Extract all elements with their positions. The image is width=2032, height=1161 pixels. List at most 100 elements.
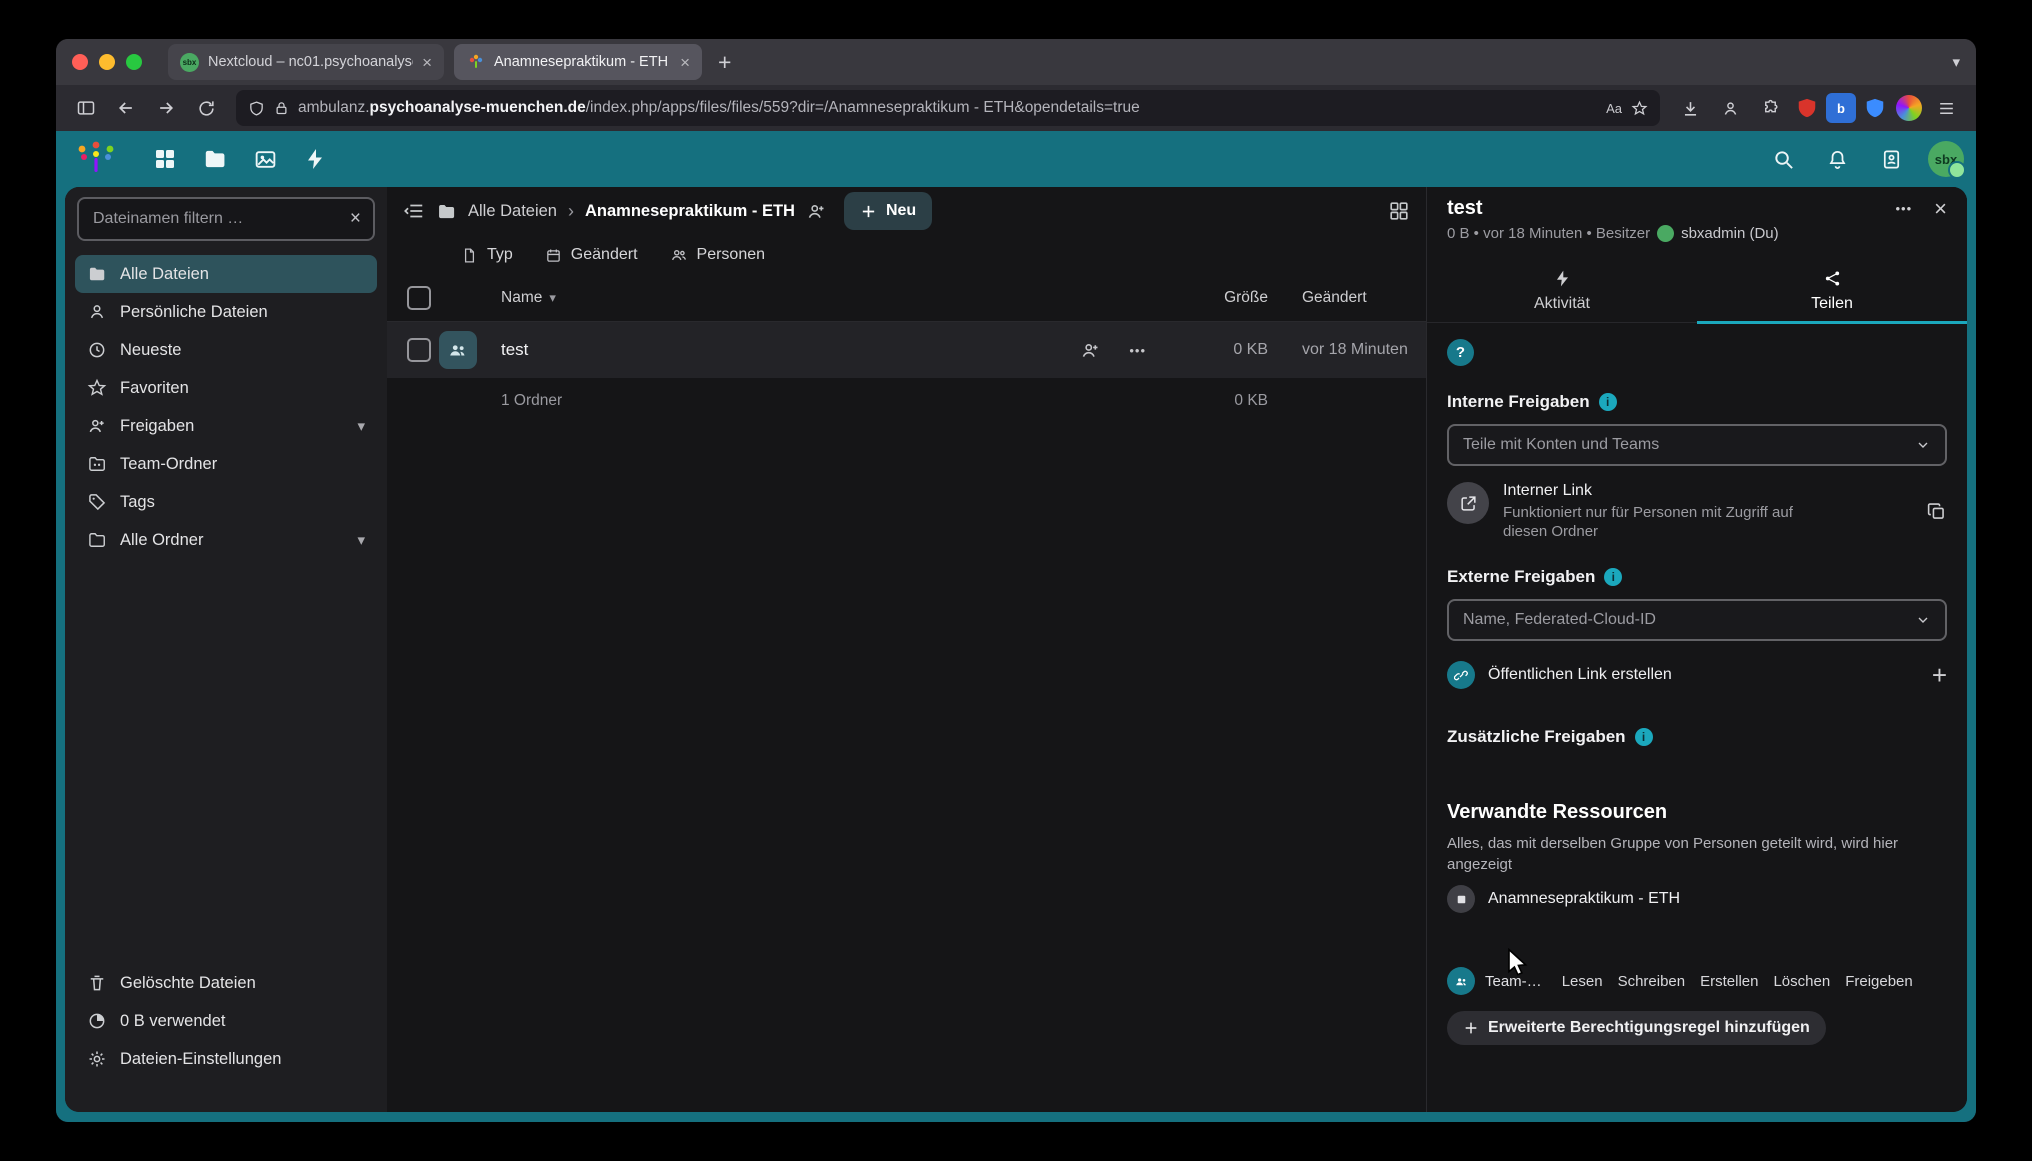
file-row-test[interactable]: test ••• 0 KB vor 18 Minuten [387,322,1426,378]
browser-window: sbx Nextcloud – nc01.psychoanalyse × Ana… [56,39,1976,1122]
tracking-shield-icon[interactable] [248,100,265,117]
internal-link-desc: Funktioniert nur für Personen mit Zugrif… [1503,503,1833,541]
site-favicon [466,53,485,72]
tab-sharing[interactable]: Teilen [1697,260,1967,322]
column-size[interactable]: Größe [1156,289,1268,307]
tab-activity[interactable]: Aktivität [1427,260,1697,322]
chevron-down-icon [1915,437,1931,453]
sidebar-item-quota[interactable]: 0 B verwendet [75,1002,377,1040]
row-more-icon[interactable]: ••• [1129,343,1146,358]
menu-hamburger-icon[interactable] [1928,91,1964,125]
contacts-icon[interactable] [1868,136,1914,182]
reload-button[interactable] [188,91,224,125]
add-advanced-permission-button[interactable]: Erweiterte Berechtigungsregel hinzufügen [1447,1011,1826,1045]
add-public-link-icon[interactable]: + [1932,662,1947,688]
new-tab-button[interactable]: + [718,49,731,76]
filter-people-chip[interactable]: Personen [670,246,766,264]
row-checkbox[interactable] [407,338,431,362]
browser-tab-nextcloud[interactable]: sbx Nextcloud – nc01.psychoanalyse × [168,44,444,80]
user-avatar[interactable]: sbx [1928,141,1964,177]
info-icon[interactable]: i [1599,393,1617,411]
grid-view-toggle-icon[interactable] [1388,200,1410,222]
filter-modified-chip[interactable]: Geändert [545,246,638,264]
organization-logo[interactable] [68,136,124,182]
downloads-icon[interactable] [1672,91,1708,125]
external-share-input[interactable]: Name, Federated-Cloud-ID [1447,599,1947,641]
file-name[interactable]: test [501,340,528,360]
back-button[interactable] [108,91,144,125]
tab-list-chevron-icon[interactable]: ▾ [1952,53,1960,71]
browser-nav-bar: ambulanz.psychoanalyse-muenchen.de/index… [56,85,1976,131]
copy-icon[interactable] [1926,501,1947,522]
info-icon[interactable]: i [1604,568,1622,586]
external-share-placeholder: Name, Federated-Cloud-ID [1463,611,1656,629]
ublock-extension-icon[interactable] [1792,93,1822,123]
browser-tab-anamnesepraktikum[interactable]: Anamnesepraktikum - ETH – All × [454,44,702,80]
lock-icon[interactable] [274,101,289,116]
breadcrumb-current[interactable]: Anamnesepraktikum - ETH [585,202,795,221]
internal-share-select[interactable]: Teile mit Konten und Teams [1447,424,1947,466]
tab-close-icon[interactable]: × [422,54,432,71]
internal-shares-heading-row: Interne Freigaben i [1447,392,1947,412]
clear-filter-icon[interactable]: × [350,208,361,230]
row-share-icon[interactable] [1080,340,1101,361]
gear-icon [87,1049,107,1069]
sidebar-item-recent[interactable]: Neueste [75,331,377,369]
column-modified[interactable]: Geändert [1268,289,1414,307]
details-close-icon[interactable]: × [1934,198,1947,220]
details-more-icon[interactable]: ••• [1895,201,1912,216]
filter-label: Personen [697,246,766,264]
new-button[interactable]: Neu [844,192,932,230]
sidebar-item-deleted-files[interactable]: Gelöschte Dateien [75,964,377,1002]
filter-chips: Typ Geändert Personen [387,235,1426,275]
activity-app-icon[interactable] [292,136,338,182]
column-name[interactable]: Name [501,289,542,307]
related-resource-item[interactable]: Anamnesepraktikum - ETH [1447,885,1947,913]
extensions-puzzle-icon[interactable] [1752,91,1788,125]
sidebar-item-personal-files[interactable]: Persönliche Dateien [75,293,377,331]
breadcrumb-root[interactable]: Alle Dateien [468,202,557,221]
photos-app-icon[interactable] [242,136,288,182]
dashboard-app-icon[interactable] [142,136,188,182]
forward-button[interactable] [148,91,184,125]
chevron-down-icon[interactable]: ▾ [357,417,365,435]
files-sidebar: × Alle Dateien Persönliche Dateien Neues… [65,187,387,1112]
shield-extension-icon[interactable] [1860,93,1890,123]
collapse-sidebar-icon[interactable] [403,200,425,222]
translate-icon[interactable]: Aa [1606,101,1622,116]
sidebar-item-team-folders[interactable]: Team-Ordner [75,445,377,483]
help-icon[interactable]: ? [1447,339,1474,366]
url-bar[interactable]: ambulanz.psychoanalyse-muenchen.de/index… [236,90,1660,126]
files-app-icon[interactable] [192,136,238,182]
select-all-checkbox[interactable] [407,286,431,310]
notifications-bell-icon[interactable] [1814,136,1860,182]
internal-share-placeholder: Teile mit Konten und Teams [1463,436,1659,454]
chevron-down-icon[interactable]: ▾ [357,531,365,549]
team-group-icon[interactable] [1447,967,1475,995]
sidebar-item-all-folders[interactable]: Alle Ordner ▾ [75,521,377,559]
info-icon[interactable]: i [1635,728,1653,746]
search-icon[interactable] [1760,136,1806,182]
window-zoom-button[interactable] [126,54,142,70]
sidebar-item-favorites[interactable]: Favoriten [75,369,377,407]
file-table-header: Name ▾ Größe Geändert [387,275,1426,322]
filename-filter-input[interactable] [91,209,342,229]
sort-desc-icon[interactable]: ▾ [549,290,556,306]
colorful-extension-icon[interactable] [1896,95,1922,121]
sidebar-item-tags[interactable]: Tags [75,483,377,521]
related-resources-heading: Verwandte Ressourcen [1447,801,1947,824]
share-folder-icon[interactable] [806,201,827,222]
bookmark-star-icon[interactable] [1631,100,1648,117]
filename-filter-box[interactable]: × [77,197,375,241]
sidebar-item-files-settings[interactable]: Dateien-Einstellungen [75,1040,377,1078]
filter-type-chip[interactable]: Typ [461,246,513,264]
window-close-button[interactable] [72,54,88,70]
sidebar-item-shares[interactable]: Freigaben ▾ [75,407,377,445]
bitwarden-extension-icon[interactable]: b [1826,93,1856,123]
sidebar-item-all-files[interactable]: Alle Dateien [75,255,377,293]
public-link-row[interactable]: Öffentlichen Link erstellen + [1447,661,1947,689]
sidebar-toggle-icon[interactable] [68,91,104,125]
account-icon[interactable] [1712,91,1748,125]
tab-close-icon[interactable]: × [680,54,690,71]
window-minimize-button[interactable] [99,54,115,70]
